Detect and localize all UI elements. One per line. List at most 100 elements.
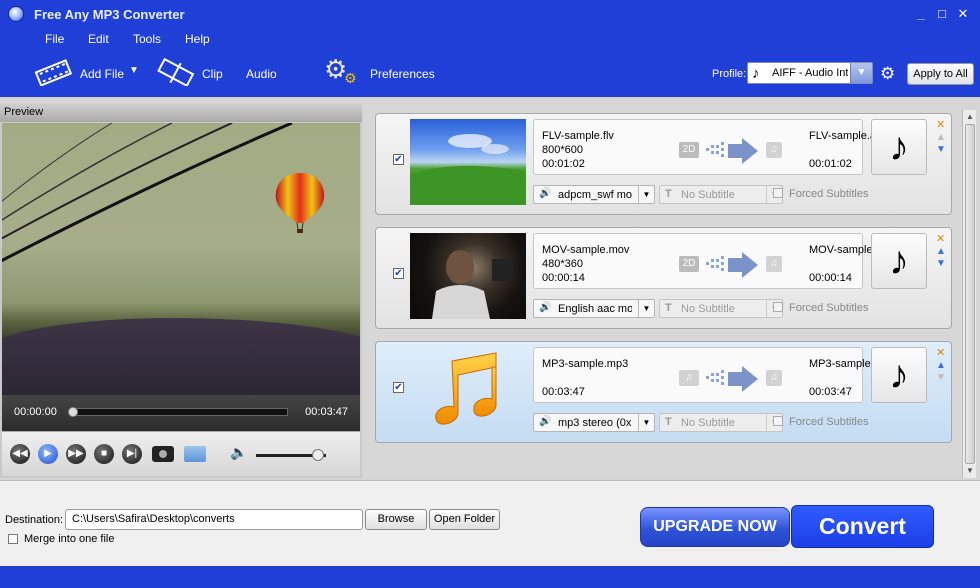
audio-track-select[interactable]: 🔊 adpcm_swf mono ▼ (533, 185, 655, 204)
audio-track-value: English aac mono (558, 303, 632, 315)
forced-subtitles-checkbox[interactable] (773, 302, 783, 312)
file-duration: 00:00:14 (542, 272, 585, 284)
maximize-button[interactable]: □ (933, 6, 951, 22)
menu-file[interactable]: File (45, 32, 64, 46)
file-thumbnail (410, 347, 526, 433)
add-file-button[interactable]: Add File ▼ (33, 54, 143, 92)
volume-handle[interactable] (311, 449, 324, 461)
subtitle-select[interactable]: T No Subtitle ▼ (659, 299, 783, 318)
forced-subtitles-checkbox[interactable] (773, 416, 783, 426)
file-row[interactable]: ✔ MP3-sample.mp3 00:03:47 ♫ ♫ MP3-sample… (375, 341, 952, 443)
file-thumbnail (410, 119, 526, 205)
browse-button[interactable]: Browse (365, 509, 427, 530)
subtitle-select[interactable]: T No Subtitle ▼ (659, 413, 783, 432)
file-checkbox[interactable]: ✔ (393, 382, 404, 393)
forced-subtitles-checkbox[interactable] (773, 188, 783, 198)
preferences-label: Preferences (370, 67, 435, 81)
source-type-badge: ♫ (679, 370, 699, 386)
chevron-down-icon[interactable]: ▼ (638, 186, 654, 203)
subtitle-select[interactable]: T No Subtitle ▼ (659, 185, 783, 204)
forced-subtitles-label: Forced Subtitles (789, 188, 869, 200)
move-up-icon[interactable]: ▲ (936, 132, 950, 144)
menu-tools[interactable]: Tools (133, 32, 161, 46)
clip-scissors-icon (157, 58, 195, 86)
seek-track[interactable] (70, 408, 288, 416)
chevron-down-icon[interactable]: ▼ (638, 300, 654, 317)
move-up-icon[interactable]: ▲ (936, 246, 950, 258)
speaker-icon: 🔊 (539, 416, 552, 427)
window-title: Free Any MP3 Converter (34, 7, 185, 22)
remove-icon[interactable]: ✕ (936, 118, 950, 132)
profile-settings-gear-icon[interactable]: ⚙ (880, 64, 895, 84)
hot-air-balloon (275, 173, 325, 233)
subtitle-value: No Subtitle (681, 303, 735, 315)
convert-button[interactable]: Convert (791, 505, 934, 548)
merge-checkbox[interactable] (8, 534, 18, 544)
add-file-label: Add File (80, 67, 125, 81)
forced-subtitles[interactable]: Forced Subtitles (773, 302, 868, 314)
preview-panel: Preview 00:00:00 00:03:47 ◀◀ ▶ ▶▶ ■ ▶| 🔈 (0, 104, 362, 478)
next-frame-icon[interactable]: ▶| (122, 444, 142, 464)
audio-track-value: mp3 stereo (0x (558, 417, 632, 429)
chevron-down-icon[interactable]: ▼ (850, 63, 872, 83)
output-format-music-icon[interactable]: ♪ (871, 347, 927, 403)
forced-subtitles[interactable]: Forced Subtitles (773, 416, 868, 428)
audio-button[interactable]: Audio (246, 67, 277, 81)
output-file-name: MP3-sample.aiff (809, 358, 873, 370)
menu-edit[interactable]: Edit (88, 32, 109, 46)
output-type-badge: ♫ (766, 370, 782, 386)
file-checkbox[interactable]: ✔ (393, 268, 404, 279)
clip-label: Clip (202, 67, 223, 81)
open-folder-button[interactable]: Open Folder (429, 509, 500, 530)
film-add-icon (34, 59, 73, 86)
row-side-buttons: ✕ ▲ ▼ (936, 346, 950, 406)
audio-track-select[interactable]: 🔊 English aac mono ▼ (533, 299, 655, 318)
file-row[interactable]: ✔ FLV-sample.flv 800*600 00:01:02 2D ♫ F… (375, 113, 952, 215)
text-icon: T (665, 188, 672, 200)
playback-controls: ◀◀ ▶ ▶▶ ■ ▶| 🔈 (2, 431, 360, 476)
scroll-up-icon[interactable]: ▲ (965, 112, 975, 121)
move-down-icon[interactable]: ▼ (936, 372, 950, 384)
move-down-icon[interactable]: ▼ (936, 258, 950, 270)
move-up-icon[interactable]: ▲ (936, 360, 950, 372)
folder-icon[interactable] (184, 446, 206, 462)
move-down-icon[interactable]: ▼ (936, 144, 950, 156)
remove-icon[interactable]: ✕ (936, 346, 950, 360)
fast-forward-icon[interactable]: ▶▶ (66, 444, 86, 464)
convert-arrow-icon (706, 366, 758, 392)
destination-input[interactable]: C:\Users\Safira\Desktop\converts (65, 509, 363, 530)
file-checkbox[interactable]: ✔ (393, 154, 404, 165)
text-icon: T (665, 416, 672, 428)
stop-icon[interactable]: ■ (94, 444, 114, 464)
convert-arrow-icon (706, 252, 758, 278)
preferences-button[interactable]: ⚙ ⚙ Preferences (324, 54, 444, 92)
profile-select[interactable]: ♪ AIFF - Audio Int ▼ (747, 62, 873, 84)
output-format-music-icon[interactable]: ♪ (871, 119, 927, 175)
rewind-icon[interactable]: ◀◀ (10, 444, 30, 464)
menu-help[interactable]: Help (185, 32, 210, 46)
minimize-button[interactable]: _ (912, 6, 930, 22)
audio-track-value: adpcm_swf mono (558, 189, 632, 201)
speaker-icon: 🔊 (539, 188, 552, 199)
audio-track-select[interactable]: 🔊 mp3 stereo (0x ▼ (533, 413, 655, 432)
file-info: MP3-sample.mp3 00:03:47 ♫ ♫ MP3-sample.a… (533, 347, 873, 403)
remove-icon[interactable]: ✕ (936, 232, 950, 246)
file-resolution: 800*600 (542, 144, 583, 156)
upgrade-now-button[interactable]: UPGRADE NOW (640, 507, 790, 547)
speaker-mute-icon[interactable]: 🔈 (230, 444, 247, 461)
file-list-scrollbar[interactable]: ▲ ▼ (962, 110, 976, 478)
play-icon[interactable]: ▶ (38, 444, 58, 464)
seek-handle[interactable] (68, 407, 78, 417)
chevron-down-icon[interactable]: ▼ (638, 414, 654, 431)
scrollbar-thumb[interactable] (965, 124, 975, 464)
camera-snapshot-icon[interactable] (152, 446, 174, 462)
file-row[interactable]: ✔ MOV-sample.mov 480*360 00:00:14 2D ♫ M… (375, 227, 952, 329)
status-bar (0, 566, 980, 588)
chevron-down-icon[interactable]: ▼ (129, 65, 139, 76)
forced-subtitles[interactable]: Forced Subtitles (773, 188, 868, 200)
clip-button[interactable]: Clip (156, 54, 226, 92)
scroll-down-icon[interactable]: ▼ (965, 466, 975, 475)
output-format-music-icon[interactable]: ♪ (871, 233, 927, 289)
apply-to-all-button[interactable]: Apply to All (907, 63, 974, 85)
close-button[interactable]: ✕ (954, 6, 972, 22)
